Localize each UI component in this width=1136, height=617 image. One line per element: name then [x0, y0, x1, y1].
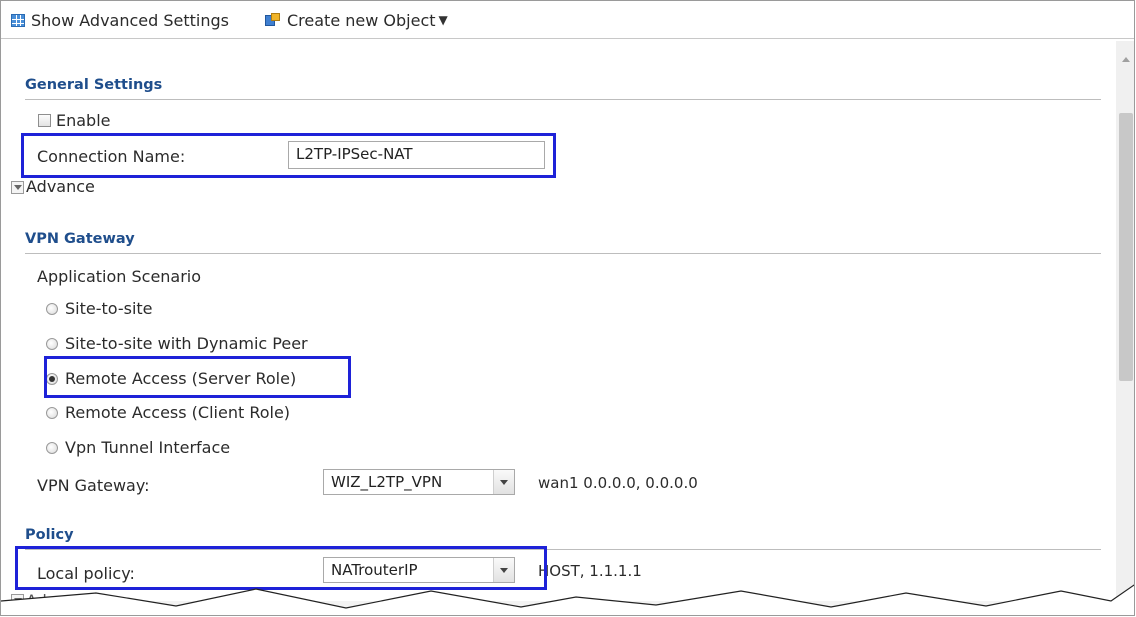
torn-edge-decoration: [1, 584, 1134, 615]
radio-button[interactable]: [46, 406, 58, 419]
radio-button-selected[interactable]: [46, 372, 58, 385]
enable-checkbox[interactable]: [38, 114, 51, 127]
radio-button[interactable]: [46, 302, 58, 315]
dropdown-caret-icon: ▼: [438, 13, 448, 27]
create-new-object-button[interactable]: Create new Object ▼: [265, 9, 448, 31]
vpn-gateway-divider: [25, 253, 1101, 254]
scroll-up-icon[interactable]: [1122, 57, 1130, 62]
radio-remote-access-server[interactable]: Remote Access (Server Role): [46, 369, 296, 388]
object-icon: [265, 12, 281, 28]
general-advance-label[interactable]: Advance: [26, 177, 95, 196]
show-advanced-settings-button[interactable]: Show Advanced Settings: [11, 9, 229, 31]
connection-name-input[interactable]: L2TP-IPSec-NAT: [288, 141, 545, 169]
vpn-gateway-title: VPN Gateway: [25, 231, 135, 247]
table-icon: [11, 13, 25, 27]
create-new-object-label: Create new Object: [287, 10, 436, 30]
radio-site-to-site-dynamic-peer[interactable]: Site-to-site with Dynamic Peer: [46, 334, 308, 353]
window-frame: Show Advanced Settings Create new Object…: [0, 0, 1135, 616]
radio-site-to-site[interactable]: Site-to-site: [46, 299, 153, 318]
radio-button[interactable]: [46, 441, 58, 454]
radio-button[interactable]: [46, 337, 58, 350]
radio-label: Remote Access (Client Role): [65, 403, 291, 422]
toolbar: Show Advanced Settings Create new Object…: [1, 1, 1134, 39]
radio-label: Site-to-site with Dynamic Peer: [65, 334, 308, 353]
radio-vpn-tunnel-interface[interactable]: Vpn Tunnel Interface: [46, 438, 230, 457]
radio-remote-access-client[interactable]: Remote Access (Client Role): [46, 403, 290, 422]
policy-divider: [25, 549, 1101, 550]
policy-title: Policy: [25, 527, 74, 543]
connection-name-label: Connection Name:: [37, 147, 186, 166]
general-settings-divider: [25, 99, 1101, 100]
vpn-gateway-selected-value: WIZ_L2TP_VPN: [331, 473, 443, 491]
scrollbar-thumb[interactable]: [1119, 113, 1133, 381]
vpn-gateway-info: wan1 0.0.0.0, 0.0.0.0: [538, 474, 698, 492]
application-scenario-label: Application Scenario: [37, 267, 202, 286]
vpn-gateway-select[interactable]: WIZ_L2TP_VPN: [323, 469, 515, 495]
vertical-scrollbar[interactable]: [1116, 41, 1134, 615]
enable-label: Enable: [56, 111, 111, 130]
radio-label: Vpn Tunnel Interface: [65, 438, 231, 457]
radio-label: Site-to-site: [65, 299, 153, 318]
advance-expander-icon[interactable]: [11, 181, 24, 194]
general-settings-title: General Settings: [25, 77, 163, 93]
vpn-gateway-label: VPN Gateway:: [37, 476, 150, 495]
chevron-down-icon[interactable]: [493, 470, 514, 494]
show-advanced-settings-label: Show Advanced Settings: [31, 10, 229, 30]
radio-label: Remote Access (Server Role): [65, 369, 297, 388]
